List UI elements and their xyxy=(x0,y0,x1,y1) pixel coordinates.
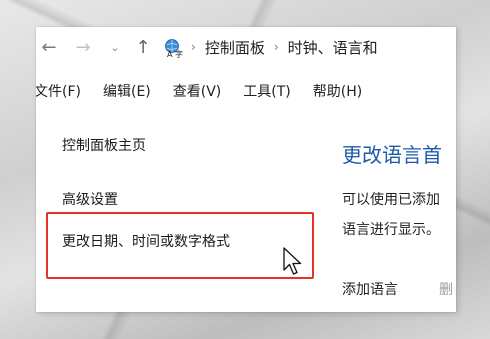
chevron-down-icon[interactable]: ⌄ xyxy=(106,41,124,54)
chevron-right-icon: › xyxy=(191,40,196,54)
menu-tools[interactable]: 工具(T) xyxy=(243,81,290,101)
arrow-right-icon[interactable]: → xyxy=(74,37,92,58)
menu-view[interactable]: 查看(V) xyxy=(173,81,222,101)
sidebar-item-control-panel-home[interactable]: 控制面板主页 xyxy=(62,135,146,155)
page-title: 更改语言首 xyxy=(342,143,442,167)
arrow-left-icon[interactable]: ← xyxy=(40,37,58,58)
mouse-cursor-icon xyxy=(283,247,302,275)
breadcrumb-control-panel[interactable]: 控制面板 xyxy=(205,37,265,58)
control-panel-region-icon: A 字 xyxy=(164,38,183,59)
add-language-button[interactable]: 添加语言 xyxy=(342,279,398,299)
page-description-line-2: 语言进行显示。 xyxy=(342,222,440,238)
menu-help[interactable]: 帮助(H) xyxy=(313,81,362,101)
breadcrumb-clock-language[interactable]: 时钟、语言和 xyxy=(288,37,378,58)
address-bar: ← → ⌄ ↑ A 字 › 控制面板 › 时钟、语言和 xyxy=(36,27,456,67)
arrow-up-icon[interactable]: ↑ xyxy=(134,37,152,58)
svg-text:A: A xyxy=(167,50,173,58)
page-description-line-1: 可以使用已添加 xyxy=(342,192,440,208)
menu-edit[interactable]: 编辑(E) xyxy=(103,81,151,101)
sidebar-item-advanced-settings[interactable]: 高级设置 xyxy=(62,189,118,209)
menu-file[interactable]: 文件(F) xyxy=(36,81,81,101)
annotation-highlight-box xyxy=(46,212,314,279)
chevron-right-icon: › xyxy=(273,40,279,54)
menu-bar: 文件(F) 编辑(E) 查看(V) 工具(T) 帮助(H) xyxy=(36,77,456,105)
svg-text:字: 字 xyxy=(175,49,183,58)
remove-language-button[interactable]: 删 xyxy=(439,279,453,299)
